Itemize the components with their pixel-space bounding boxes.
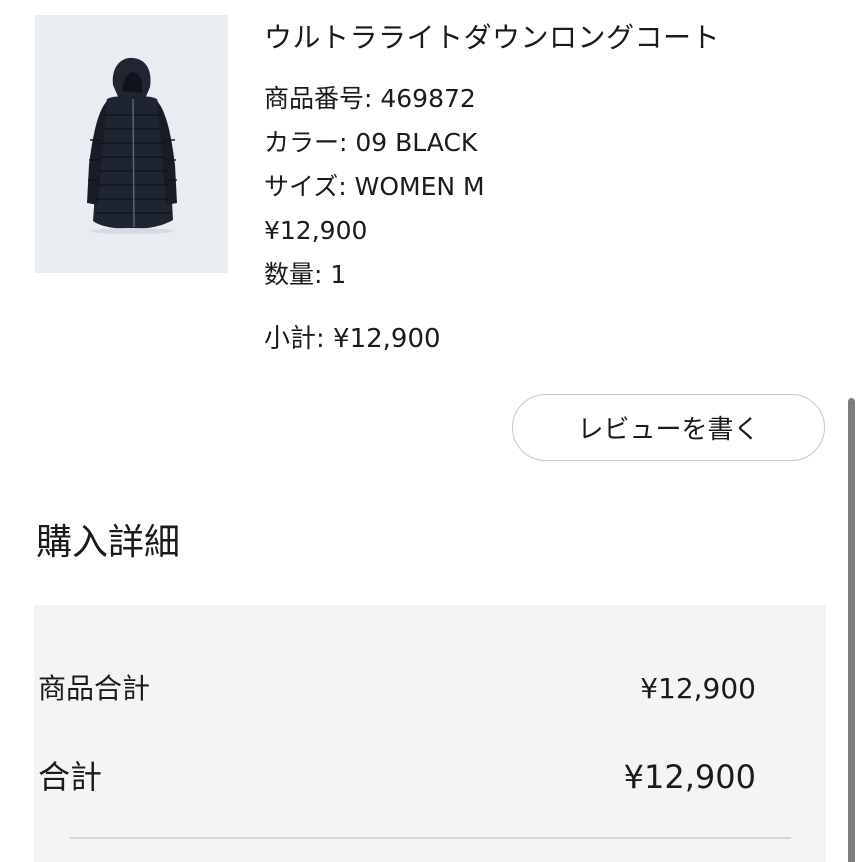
product-size: サイズ: WOMEN M bbox=[264, 172, 485, 201]
order-detail-page: ウルトラライトダウンロングコート 商品番号: 469872 カラー: 09 BL… bbox=[0, 0, 862, 862]
summary-row-grand-total: 合計 ¥12,900 bbox=[38, 752, 756, 802]
items-total-label: 商品合計 bbox=[38, 672, 151, 705]
items-total-value: ¥12,900 bbox=[640, 672, 756, 705]
product-color: カラー: 09 BLACK bbox=[264, 128, 478, 157]
product-info: ウルトラライトダウンロングコート 商品番号: 469872 カラー: 09 BL… bbox=[264, 18, 844, 387]
purchase-summary-panel bbox=[34, 605, 826, 862]
product-item-number: 商品番号: 469872 bbox=[264, 84, 476, 113]
purchase-details-title: 購入詳細 bbox=[36, 522, 181, 563]
product-image[interactable] bbox=[35, 15, 228, 273]
summary-row-items-total: 商品合計 ¥12,900 bbox=[38, 665, 756, 713]
product-quantity: 数量: 1 bbox=[264, 260, 347, 289]
grand-total-label: 合計 bbox=[38, 758, 103, 796]
scrollbar[interactable] bbox=[848, 398, 855, 862]
product-subtotal: 小計: ¥12,900 bbox=[264, 324, 441, 354]
summary-divider bbox=[70, 837, 791, 839]
product-name[interactable]: ウルトラライトダウンロングコート bbox=[264, 18, 844, 58]
long-down-coat-image bbox=[35, 15, 228, 273]
product-price: ¥12,900 bbox=[264, 216, 368, 245]
write-review-button[interactable]: レビューを書く bbox=[512, 394, 825, 461]
grand-total-value: ¥12,900 bbox=[623, 758, 756, 796]
